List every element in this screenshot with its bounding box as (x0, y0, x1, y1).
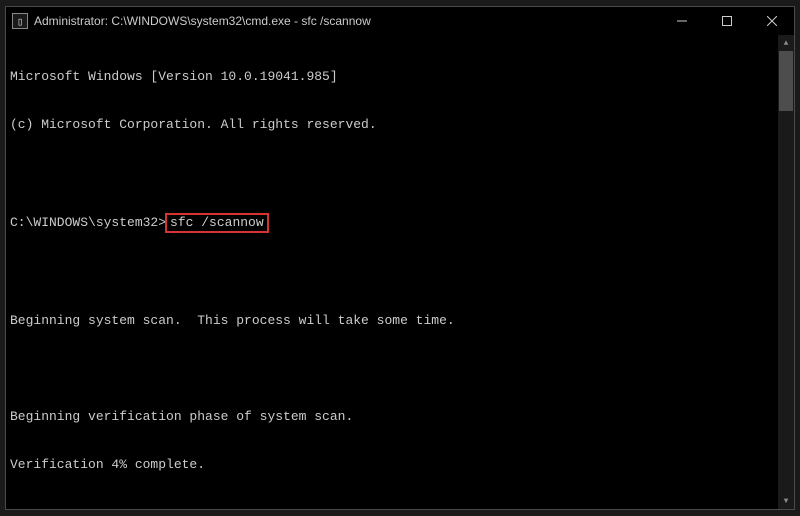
maximize-button[interactable] (704, 7, 749, 35)
window-title: Administrator: C:\WINDOWS\system32\cmd.e… (34, 14, 371, 28)
cmd-icon: ▯ (12, 13, 28, 29)
cmd-window: ▯ Administrator: C:\WINDOWS\system32\cmd… (5, 6, 795, 510)
command-highlight: sfc /scannow (165, 213, 269, 233)
prompt-line: C:\WINDOWS\system32>sfc /scannow (10, 213, 774, 233)
close-button[interactable] (749, 7, 794, 35)
content-area: Microsoft Windows [Version 10.0.19041.98… (6, 35, 794, 509)
close-icon (767, 16, 777, 26)
minimize-icon (677, 16, 687, 26)
blank-line (10, 165, 774, 181)
version-line: Microsoft Windows [Version 10.0.19041.98… (10, 69, 774, 85)
vertical-scrollbar[interactable]: ▲ ▼ (778, 35, 794, 509)
prompt-text: C:\WINDOWS\system32> (10, 215, 166, 231)
scan-begin-line: Beginning system scan. This process will… (10, 313, 774, 329)
verification-progress-line: Verification 4% complete. (10, 457, 774, 473)
titlebar-buttons (659, 7, 794, 35)
scrollbar-track[interactable] (778, 51, 794, 493)
scrollbar-down-arrow[interactable]: ▼ (778, 493, 794, 509)
minimize-button[interactable] (659, 7, 704, 35)
terminal-output[interactable]: Microsoft Windows [Version 10.0.19041.98… (6, 35, 778, 509)
blank-line-3 (10, 361, 774, 377)
maximize-icon (722, 16, 732, 26)
titlebar[interactable]: ▯ Administrator: C:\WINDOWS\system32\cmd… (6, 7, 794, 35)
scrollbar-thumb[interactable] (779, 51, 793, 111)
copyright-line: (c) Microsoft Corporation. All rights re… (10, 117, 774, 133)
scrollbar-up-arrow[interactable]: ▲ (778, 35, 794, 51)
verification-phase-line: Beginning verification phase of system s… (10, 409, 774, 425)
titlebar-left: ▯ Administrator: C:\WINDOWS\system32\cmd… (12, 13, 371, 29)
blank-line-2 (10, 265, 774, 281)
